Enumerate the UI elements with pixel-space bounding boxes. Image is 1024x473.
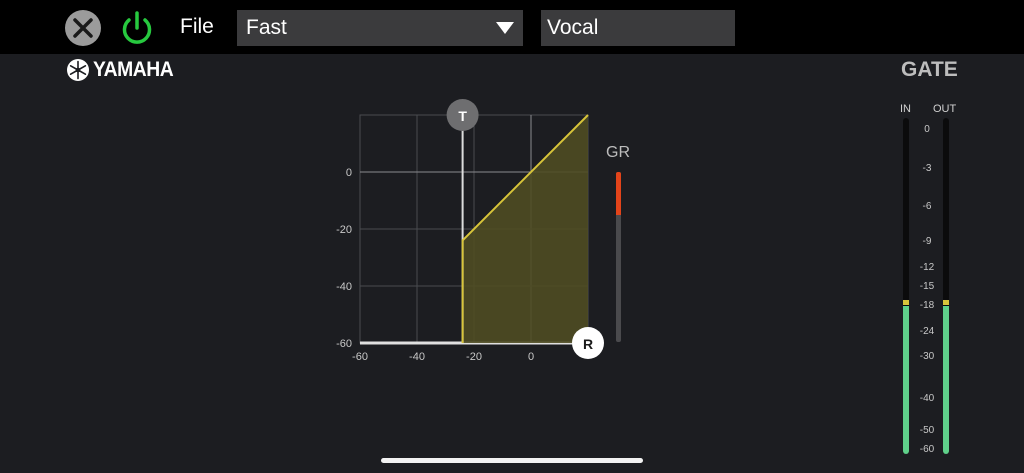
meter-scale-tick: -18	[919, 300, 935, 311]
meter-scale-tick: -50	[919, 425, 935, 436]
tuning-fork-logo-icon	[67, 59, 89, 81]
x-tick-label: -60	[352, 351, 368, 363]
gr-meter-label: GR	[606, 144, 630, 161]
effect-title: GATE	[901, 58, 958, 81]
close-button[interactable]	[65, 10, 101, 46]
meter-scale-tick: -3	[922, 163, 932, 174]
meter-scale-tick: -6	[922, 201, 932, 212]
y-tick-label: -20	[336, 224, 352, 236]
home-indicator[interactable]	[381, 458, 643, 463]
top-toolbar: File Fast	[0, 0, 1024, 54]
meter-scale-tick: -12	[919, 262, 935, 273]
in-meter-label: IN	[900, 103, 911, 115]
power-icon	[122, 11, 152, 44]
preset-name-input[interactable]	[541, 10, 735, 46]
power-button[interactable]	[118, 9, 156, 47]
meter-scale-tick: -9	[922, 236, 932, 247]
x-tick-label: 0	[528, 351, 534, 363]
x-tick-label: -40	[409, 351, 425, 363]
meter-scale-tick: -30	[919, 351, 935, 362]
x-axis-ticks: -60 -40 -20 0	[352, 351, 534, 363]
y-tick-label: -40	[336, 281, 352, 293]
meter-scale-tick: -60	[919, 444, 935, 455]
meter-scale-tick: -15	[919, 281, 935, 292]
meter-scale-tick: -40	[919, 393, 935, 404]
logo-wordmark: YAMAHA	[93, 58, 174, 81]
range-handle-label: R	[583, 336, 593, 352]
meter-scale-tick: 0	[924, 124, 930, 135]
yamaha-logo: YAMAHA	[66, 57, 180, 83]
y-axis-ticks: 0 -20 -40 -60	[336, 167, 352, 350]
range-handle[interactable]: R	[572, 327, 604, 359]
x-tick-label: -20	[466, 351, 482, 363]
gate-transfer-graph[interactable]: -60 -40 -20 0 0 -20 -40 -60 T R	[330, 99, 610, 370]
y-tick-label: 0	[346, 167, 352, 179]
meter-db-scale: 0 -3 -6 -9 -12 -15 -18 -24 -30 -40 -50 -60	[908, 118, 946, 455]
gr-meter	[616, 172, 621, 342]
y-tick-label: -60	[336, 338, 352, 350]
gate-plugin-screen: File Fast YAMAHA GATE	[0, 0, 1024, 473]
threshold-handle[interactable]: T	[446, 99, 479, 131]
close-icon	[73, 18, 93, 38]
out-meter-label: OUT	[933, 103, 957, 115]
gate-curve-fill	[462, 115, 588, 343]
threshold-handle-label: T	[458, 108, 467, 124]
chevron-down-icon	[496, 22, 514, 34]
file-menu-button[interactable]: File	[180, 15, 214, 39]
preset-select[interactable]: Fast	[237, 10, 523, 46]
preset-selected-value: Fast	[246, 16, 287, 39]
gr-meter-fill	[616, 172, 621, 215]
meter-scale-tick: -24	[919, 326, 935, 337]
